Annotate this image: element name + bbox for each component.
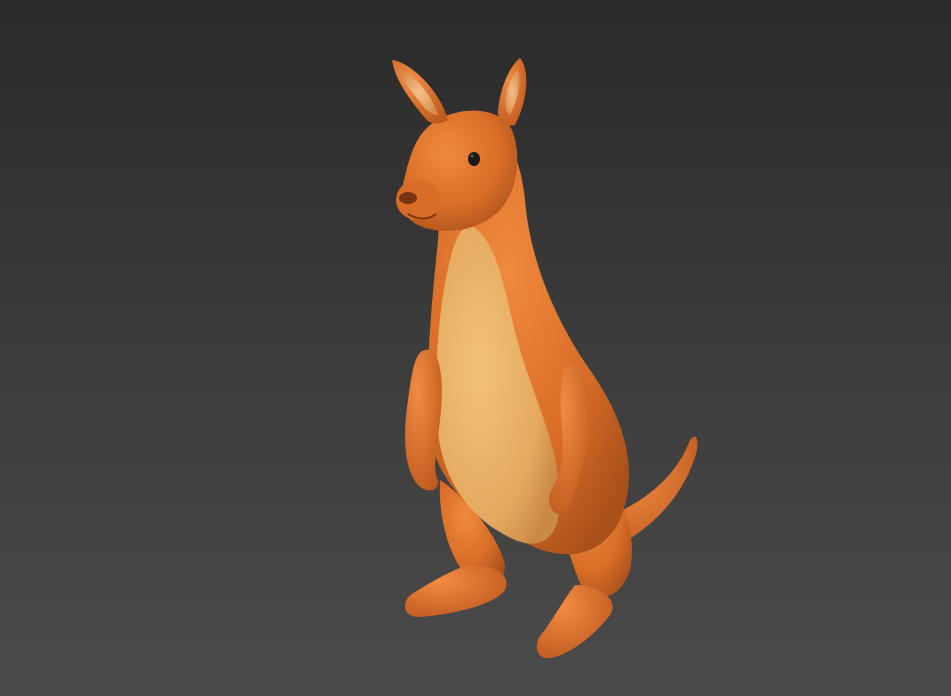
kangaroo-left-foot: [404, 565, 507, 618]
kangaroo-right-foot: [536, 585, 613, 659]
3d-viewport[interactable]: [0, 0, 951, 696]
kangaroo-model: [392, 58, 698, 659]
kangaroo-nose-icon: [399, 192, 417, 204]
kangaroo-eye-icon: [468, 152, 480, 166]
kangaroo-left-arm: [405, 349, 442, 491]
